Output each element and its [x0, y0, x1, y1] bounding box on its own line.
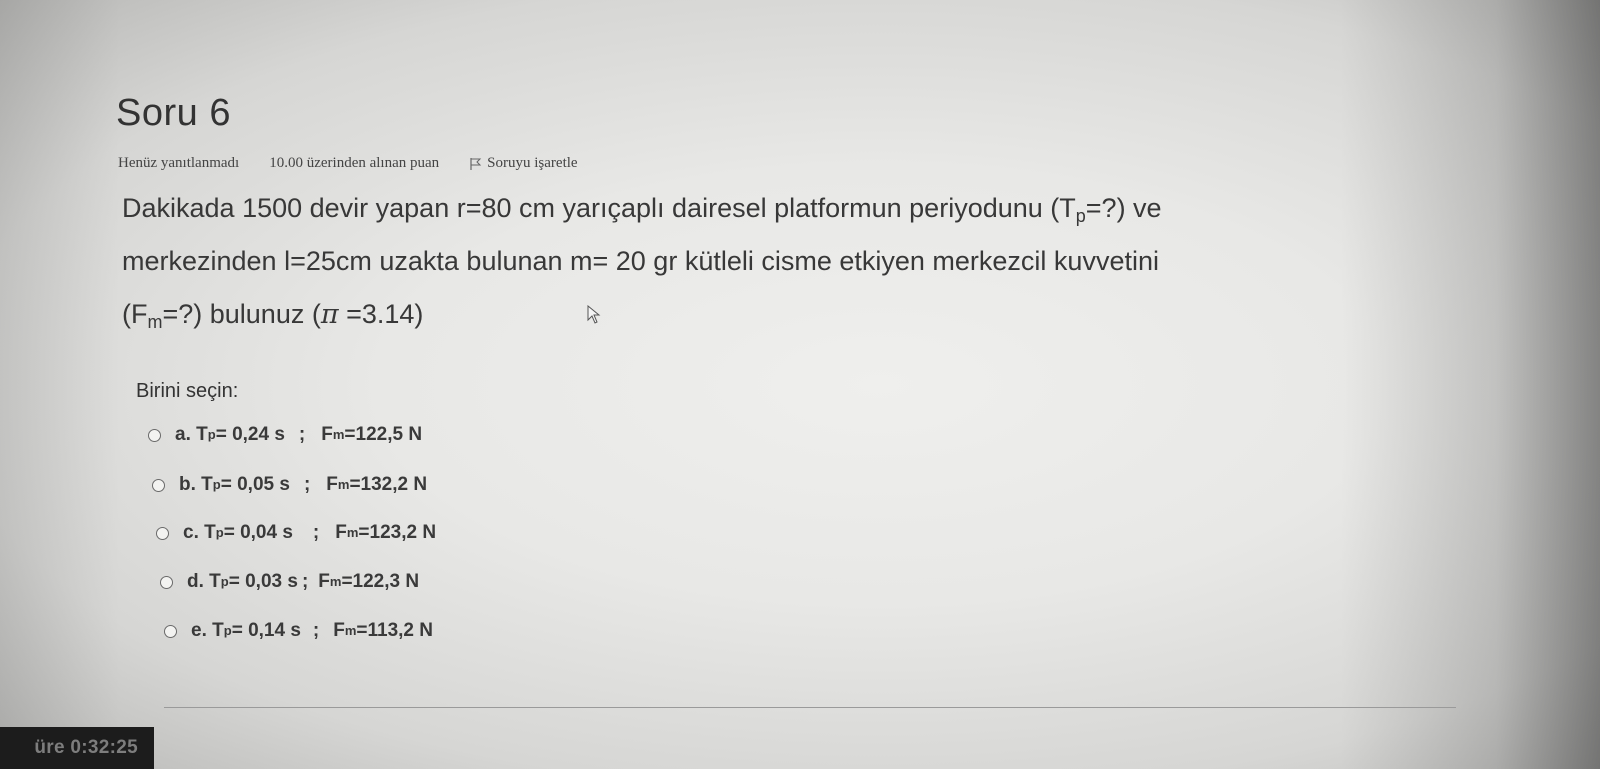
flag-question-button[interactable]: Soruyu işaretle [469, 155, 578, 172]
flag-question-label: Soruyu işaretle [487, 155, 578, 171]
question-text-line-1: Dakikada 1500 devir yapan r=80 cm yarıça… [122, 193, 1162, 226]
question-text-line-2: merkezinden l=25cm uzakta bulunan m= 20 … [122, 246, 1159, 276]
question-state: Henüz yanıtlanmadı [118, 155, 240, 171]
answer-option-e[interactable]: e. Tp = 0,14 s; Fm =113,2 N [164, 620, 433, 642]
radio-button[interactable] [152, 478, 165, 492]
question-text-line-3: (Fm=?) bulunuz (π =3.14) [122, 299, 424, 332]
answer-option-b[interactable]: b. Tp = 0,05 s; Fm =132,2 N [152, 474, 427, 496]
question-info: Henüz yanıtlanmadı 10.00 üzerinden alına… [118, 155, 578, 172]
radio-button[interactable] [164, 624, 177, 638]
flag-icon [470, 157, 482, 170]
radio-button[interactable] [160, 575, 173, 589]
divider [164, 707, 1456, 708]
quiz-timer: üre 0:32:25 [0, 727, 154, 769]
radio-button[interactable] [148, 428, 161, 442]
question-grade: 10.00 üzerinden alınan puan [269, 155, 440, 171]
radio-button[interactable] [156, 526, 169, 540]
answer-option-d[interactable]: d. Tp = 0,03 s; Fm =122,3 N [160, 571, 419, 593]
answer-option-a[interactable]: a. Tp = 0,24 s; Fm =122,5 N [148, 424, 422, 446]
screen-background [0, 0, 1600, 769]
answer-option-c[interactable]: c. Tp = 0,04 s; Fm =123,2 N [156, 522, 436, 544]
answer-prompt: Birini seçin: [136, 380, 239, 402]
question-text: Dakikada 1500 devir yapan r=80 cm yarıça… [122, 182, 1442, 341]
timer-text: üre 0:32:25 [34, 737, 138, 758]
mouse-cursor-icon [587, 305, 601, 324]
question-title: Soru 6 [116, 92, 231, 134]
